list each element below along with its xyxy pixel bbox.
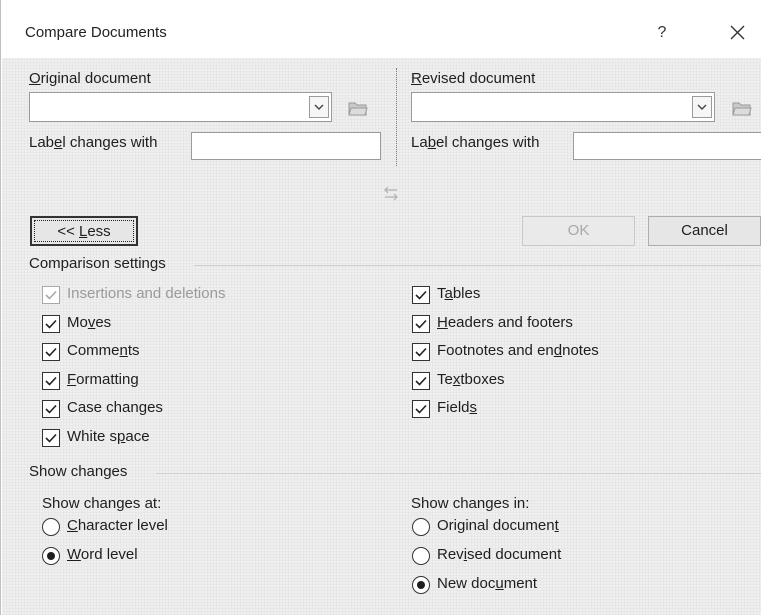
original-document-dropdown-button[interactable] (309, 96, 329, 118)
comparison-settings-divider (194, 265, 761, 266)
checkbox-box[interactable] (42, 343, 60, 361)
title-bar: Compare Documents ? (1, 0, 761, 58)
checkbox-label: Footnotes and endnotes (437, 342, 599, 359)
close-icon[interactable] (725, 20, 751, 46)
radio-label: Word level (67, 546, 138, 563)
checkbox-label: Tables (437, 285, 481, 302)
radio-label: New document (437, 575, 538, 592)
compare-documents-dialog: Compare Documents ? Original document La… (0, 0, 761, 615)
revised-document-label: Revised document (411, 70, 536, 87)
revised-browse-folder-icon[interactable] (732, 100, 752, 116)
checkbox-box[interactable] (412, 314, 430, 333)
chevron-down-icon (697, 104, 707, 110)
checkbox-label: Comments (67, 342, 140, 359)
original-label-changes-input[interactable] (191, 132, 381, 160)
radio-label: Original document (437, 517, 559, 534)
checkbox-label: Fields (437, 399, 478, 416)
checkbox-label: Insertions and deletions (67, 285, 226, 302)
cancel-button[interactable]: Cancel (648, 216, 761, 246)
checkbox-label: Case changes (67, 399, 163, 416)
radio-button[interactable] (412, 547, 430, 565)
checkbox-label: Headers and footers (437, 313, 573, 331)
column-divider (396, 68, 397, 166)
checkbox-label: Textboxes (437, 370, 505, 388)
show-changes-heading: Show changes (29, 463, 128, 480)
original-browse-folder-icon[interactable] (348, 100, 368, 116)
dialog-title: Compare Documents (25, 24, 167, 41)
revised-document-combobox[interactable] (411, 92, 715, 122)
checkbox-box[interactable] (42, 371, 60, 390)
revised-label-changes-label: Label changes with (411, 134, 540, 151)
show-changes-at-label: Show changes at: (42, 495, 162, 512)
revised-document-dropdown-button[interactable] (692, 96, 712, 118)
checkbox-box[interactable] (412, 286, 430, 304)
chevron-down-icon (314, 104, 324, 110)
checkbox-box (42, 286, 60, 304)
checkbox-box[interactable] (412, 371, 430, 390)
radio-button[interactable] (412, 518, 430, 536)
radio-button[interactable] (42, 518, 60, 536)
radio-button[interactable] (42, 547, 60, 565)
checkbox-box[interactable] (412, 400, 430, 418)
radio-label: Character level (67, 517, 168, 534)
checkbox-box[interactable] (412, 343, 430, 361)
show-changes-in-label: Show changes in: (411, 495, 530, 512)
comparison-settings-heading: Comparison settings (29, 255, 166, 272)
checkbox-label: White space (67, 427, 150, 445)
checkbox-box[interactable] (42, 400, 60, 418)
dialog-body: Original document Label changes with Rev… (2, 58, 761, 615)
radio-button[interactable] (412, 576, 430, 594)
checkbox-box[interactable] (42, 314, 60, 333)
checkbox-label: Moves (67, 313, 112, 331)
original-label-changes-label: Label changes with (29, 134, 158, 151)
radio-label: Revised document (437, 546, 562, 563)
swap-arrows-icon[interactable] (382, 184, 400, 204)
checkbox-box[interactable] (42, 428, 60, 447)
ok-button[interactable]: OK (522, 216, 635, 246)
show-changes-divider (156, 473, 761, 474)
checkbox-label: Formatting (67, 370, 139, 388)
less-button[interactable]: << Less (30, 216, 138, 246)
original-document-label: Original document (29, 70, 151, 87)
original-document-combobox[interactable] (29, 92, 332, 122)
help-button[interactable]: ? (651, 20, 673, 46)
revised-label-changes-input[interactable] (573, 132, 761, 160)
